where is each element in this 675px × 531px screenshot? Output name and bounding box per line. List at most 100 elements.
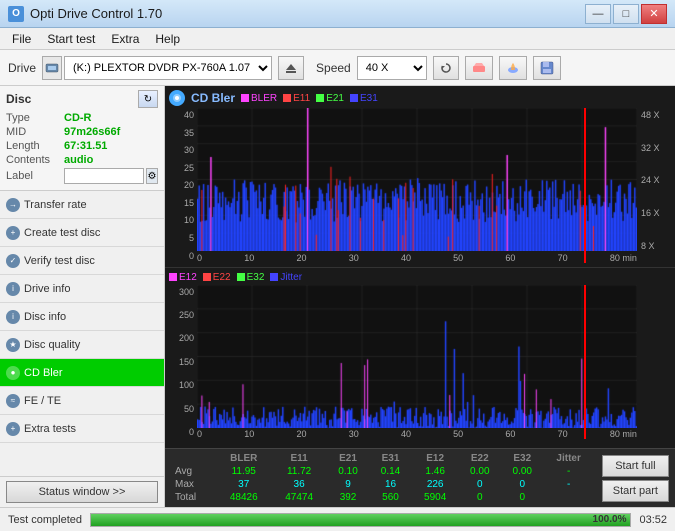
chart2-red-line: [584, 285, 586, 440]
sidebar-item-verify-test-disc[interactable]: ✓ Verify test disc: [0, 247, 164, 275]
stats-avg-e12: 1.46: [412, 465, 459, 478]
menu-file[interactable]: File: [4, 30, 39, 48]
title-bar: O Opti Drive Control 1.70 — □ ✕: [0, 0, 675, 28]
menu-extra[interactable]: Extra: [103, 30, 147, 48]
chart2-y-axis: 300 250 200 150 100 50 0: [169, 285, 197, 440]
sidebar-item-disc-info[interactable]: i Disc info: [0, 303, 164, 331]
stats-max-label: Max: [171, 478, 216, 491]
close-button[interactable]: ✕: [641, 4, 667, 24]
sidebar-item-drive-info[interactable]: i Drive info: [0, 275, 164, 303]
stats-header-bler: BLER: [216, 452, 271, 465]
sidebar-item-create-test-disc[interactable]: + Create test disc: [0, 219, 164, 247]
chart1-wrapper: CD Bler BLER E11 E21 E31: [165, 86, 675, 267]
sidebar-item-label: FE / TE: [24, 395, 61, 407]
legend-e32-label: E32: [247, 272, 265, 283]
legend-e21-dot: [316, 94, 324, 102]
menu-start-test[interactable]: Start test: [39, 30, 103, 48]
sidebar-item-disc-quality[interactable]: ★ Disc quality: [0, 331, 164, 359]
eject-button[interactable]: [278, 56, 304, 80]
sidebar-item-fe-te[interactable]: ≈ FE / TE: [0, 387, 164, 415]
save-button[interactable]: [533, 56, 561, 80]
chart1-canvas-area: 0 10 20 30 40 50 60 70 80 min: [197, 108, 637, 263]
legend-e32-dot: [237, 273, 245, 281]
cd-bler-icon: ●: [6, 366, 20, 380]
stats-header-e11: E11: [271, 452, 326, 465]
chart2-canvas-area: 0 10 20 30 40 50 60 70 80 min: [197, 285, 637, 440]
stats-total-e12: 5904: [412, 491, 459, 504]
menu-help[interactable]: Help: [147, 30, 188, 48]
stats-avg-jitter: -: [544, 465, 594, 478]
drive-info-icon: i: [6, 282, 20, 296]
stats-header-empty: [171, 452, 216, 465]
sidebar-item-cd-bler[interactable]: ● CD Bler: [0, 359, 164, 387]
stats-header-e22: E22: [459, 452, 501, 465]
disc-mid-value: 97m26s66f: [64, 126, 120, 138]
sidebar: Disc ↻ Type CD-R MID 97m26s66f Length 67…: [0, 86, 165, 507]
stats-row-max: Max 37 36 9 16 226 0 0 -: [171, 478, 594, 491]
disc-label-input[interactable]: [64, 168, 144, 184]
fe-te-icon: ≈: [6, 394, 20, 408]
disc-label-label: Label: [6, 170, 64, 182]
disc-info-icon: i: [6, 310, 20, 324]
disc-refresh-button[interactable]: ↻: [138, 90, 158, 108]
extra-tests-icon: +: [6, 422, 20, 436]
drive-select[interactable]: (K:) PLEXTOR DVDR PX-760A 1.07: [64, 56, 272, 80]
legend-e31-label: E31: [360, 93, 378, 104]
disc-length-value: 67:31.51: [64, 140, 107, 152]
erase-button[interactable]: [465, 56, 493, 80]
chart2-canvas: [197, 285, 637, 428]
stats-max-e31: 16: [369, 478, 411, 491]
stats-table-wrapper: BLER E11 E21 E31 E12 E22 E32 Jitter Avg: [171, 452, 669, 504]
disc-label-icon-button[interactable]: ⚙: [146, 168, 158, 184]
stats-avg-label: Avg: [171, 465, 216, 478]
stats-avg-e31: 0.14: [369, 465, 411, 478]
burn-button[interactable]: [499, 56, 527, 80]
stats-avg-e11: 11.72: [271, 465, 326, 478]
start-part-button[interactable]: Start part: [602, 480, 669, 502]
start-full-button[interactable]: Start full: [602, 455, 669, 477]
stats-total-jitter: [544, 491, 594, 504]
chart1-icon: [169, 90, 185, 106]
stats-area: BLER E11 E21 E31 E12 E22 E32 Jitter Avg: [165, 448, 675, 507]
stats-max-e21: 9: [327, 478, 369, 491]
chart2-legend-row: E12 E22 E32 Jitter: [169, 272, 673, 283]
status-bar: Test completed 100.0% 03:52: [0, 507, 675, 531]
main-layout: Disc ↻ Type CD-R MID 97m26s66f Length 67…: [0, 86, 675, 507]
disc-type-label: Type: [6, 112, 64, 124]
stats-header-e21: E21: [327, 452, 369, 465]
legend-e22-label: E22: [213, 272, 231, 283]
status-window-button[interactable]: Status window >>: [6, 481, 158, 503]
stats-avg-e21: 0.10: [327, 465, 369, 478]
stats-row-avg: Avg 11.95 11.72 0.10 0.14 1.46 0.00 0.00…: [171, 465, 594, 478]
sidebar-item-label: CD Bler: [24, 367, 63, 379]
maximize-button[interactable]: □: [613, 4, 639, 24]
sidebar-item-transfer-rate[interactable]: → Transfer rate: [0, 191, 164, 219]
speed-select[interactable]: 40 X 8 X 16 X 24 X 32 X 48 X: [357, 56, 427, 80]
stats-max-jitter: -: [544, 478, 594, 491]
minimize-button[interactable]: —: [585, 4, 611, 24]
sidebar-item-extra-tests[interactable]: + Extra tests: [0, 415, 164, 443]
stats-total-e31: 560: [369, 491, 411, 504]
legend-e31-dot: [350, 94, 358, 102]
speed-refresh-button[interactable]: [433, 56, 459, 80]
elapsed-time: 03:52: [639, 514, 667, 526]
stats-max-e32: 0: [501, 478, 543, 491]
stats-header-jitter: Jitter: [544, 452, 594, 465]
drive-bar: Drive (K:) PLEXTOR DVDR PX-760A 1.07 Spe…: [0, 50, 675, 86]
disc-type-value: CD-R: [64, 112, 92, 124]
drive-icon: [42, 56, 62, 80]
stats-avg-e22: 0.00: [459, 465, 501, 478]
charts-container: CD Bler BLER E11 E21 E31: [165, 86, 675, 448]
chart1-speed-axis: 48 X 32 X 24 X 16 X 8 X: [637, 108, 673, 263]
legend-jitter-dot: [270, 273, 278, 281]
chart2-x-axis: 0 10 20 30 40 50 60 70 80 min: [197, 429, 637, 439]
legend-e12-dot: [169, 273, 177, 281]
stats-table: BLER E11 E21 E31 E12 E22 E32 Jitter Avg: [171, 452, 594, 504]
disc-contents-label: Contents: [6, 154, 64, 166]
chart1-red-line: [584, 108, 586, 263]
window-controls: — □ ✕: [585, 4, 667, 24]
legend-e12-label: E12: [179, 272, 197, 283]
disc-contents-value: audio: [64, 154, 93, 166]
content-area: CD Bler BLER E11 E21 E31: [165, 86, 675, 507]
chart2-area: 300 250 200 150 100 50 0 0 1: [169, 285, 673, 440]
